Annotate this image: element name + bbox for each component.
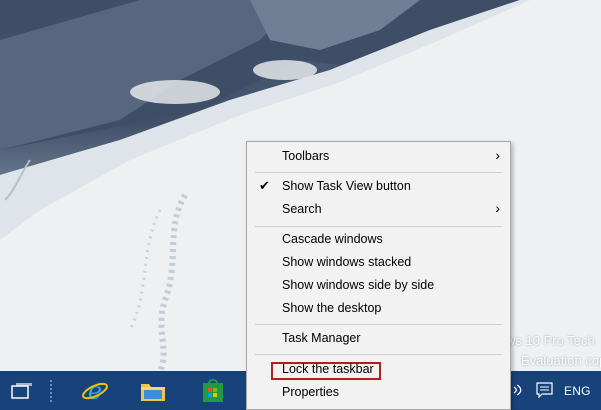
submenu-arrow-icon: ›: [495, 147, 500, 163]
menu-item-label: Show Task View button: [282, 179, 411, 193]
menu-item-toolbars[interactable]: Toolbars ›: [247, 146, 510, 169]
menu-item-label: Show windows stacked: [282, 255, 412, 269]
menu-item-label: Lock the taskbar: [282, 362, 374, 376]
task-view-icon: [11, 382, 32, 399]
menu-item-cascade-windows[interactable]: Cascade windows: [247, 229, 510, 252]
task-view-button[interactable]: [0, 371, 44, 410]
svg-text:e: e: [88, 377, 102, 405]
taskbar-context-menu: Toolbars › ✔ Show Task View button Searc…: [246, 141, 511, 410]
evaluation-copy-watermark: Evaluation cop: [521, 353, 601, 368]
store-button[interactable]: [190, 371, 236, 410]
menu-item-label: Show the desktop: [282, 301, 382, 315]
menu-item-show-windows-stacked[interactable]: Show windows stacked: [247, 252, 510, 275]
menu-item-show-task-view-button[interactable]: ✔ Show Task View button: [247, 176, 510, 199]
input-language-indicator[interactable]: ENG: [564, 384, 591, 398]
action-center-icon[interactable]: [536, 382, 553, 398]
store-icon: [203, 378, 223, 402]
menu-item-search[interactable]: Search ›: [247, 199, 510, 222]
menu-item-lock-the-taskbar[interactable]: Lock the taskbar: [247, 359, 510, 382]
file-explorer-button[interactable]: [130, 371, 176, 410]
menu-item-properties[interactable]: Properties: [247, 382, 510, 405]
menu-separator: [255, 226, 502, 227]
menu-separator: [255, 172, 502, 173]
menu-item-show-the-desktop[interactable]: Show the desktop: [247, 298, 510, 321]
system-tray: ENG: [512, 371, 601, 410]
menu-item-label: Search: [282, 202, 322, 216]
speaker-icon[interactable]: [512, 383, 526, 397]
checkmark-icon: ✔: [259, 178, 270, 193]
taskbar-gripper[interactable]: [49, 379, 53, 403]
file-explorer-icon: [141, 383, 165, 401]
internet-explorer-button[interactable]: e: [72, 371, 118, 410]
menu-item-label: Task Manager: [282, 331, 361, 345]
submenu-arrow-icon: ›: [495, 200, 500, 216]
menu-separator: [255, 354, 502, 355]
menu-item-label: Cascade windows: [282, 232, 383, 246]
windows-edition-watermark: ws 10 Pro Tech: [506, 333, 595, 348]
menu-item-label: Show windows side by side: [282, 278, 435, 292]
menu-item-label: Properties: [282, 385, 339, 399]
internet-explorer-icon: e: [82, 377, 108, 405]
menu-item-show-windows-side-by-side[interactable]: Show windows side by side: [247, 275, 510, 298]
menu-separator: [255, 324, 502, 325]
menu-item-task-manager[interactable]: Task Manager: [247, 328, 510, 351]
menu-item-label: Toolbars: [282, 149, 330, 163]
